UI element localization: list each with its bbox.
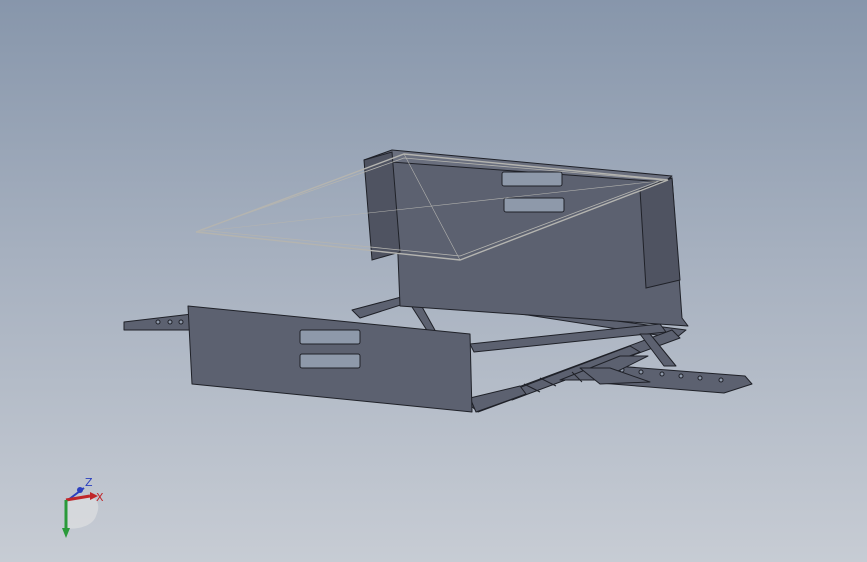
- orientation-triad[interactable]: X Z: [62, 476, 104, 538]
- triad-shadow: [66, 496, 99, 529]
- truss-strut: [469, 385, 527, 413]
- right-side-flange: [639, 177, 681, 289]
- graphics-viewport[interactable]: X Z: [0, 0, 867, 562]
- tab-hole: [638, 369, 644, 375]
- triad-y-arrow: [62, 528, 70, 538]
- tab-hole: [659, 371, 665, 377]
- 3d-model-view[interactable]: X Z: [0, 0, 867, 562]
- back-wall: [363, 149, 689, 327]
- triad-x-label: X: [96, 491, 104, 504]
- tab-hole: [167, 319, 173, 325]
- tab-hole: [718, 377, 724, 383]
- tab-hole: [155, 319, 161, 325]
- triad-z-tip: [77, 487, 83, 493]
- back-wall-slot: [503, 197, 565, 213]
- tab-hole: [178, 319, 184, 325]
- tab-hole: [678, 373, 684, 379]
- front-wall-slot: [299, 353, 361, 369]
- triad-z-label: Z: [85, 476, 93, 489]
- front-wall-slot: [299, 329, 361, 345]
- tab-hole: [697, 375, 703, 381]
- back-wall-slot: [501, 171, 563, 187]
